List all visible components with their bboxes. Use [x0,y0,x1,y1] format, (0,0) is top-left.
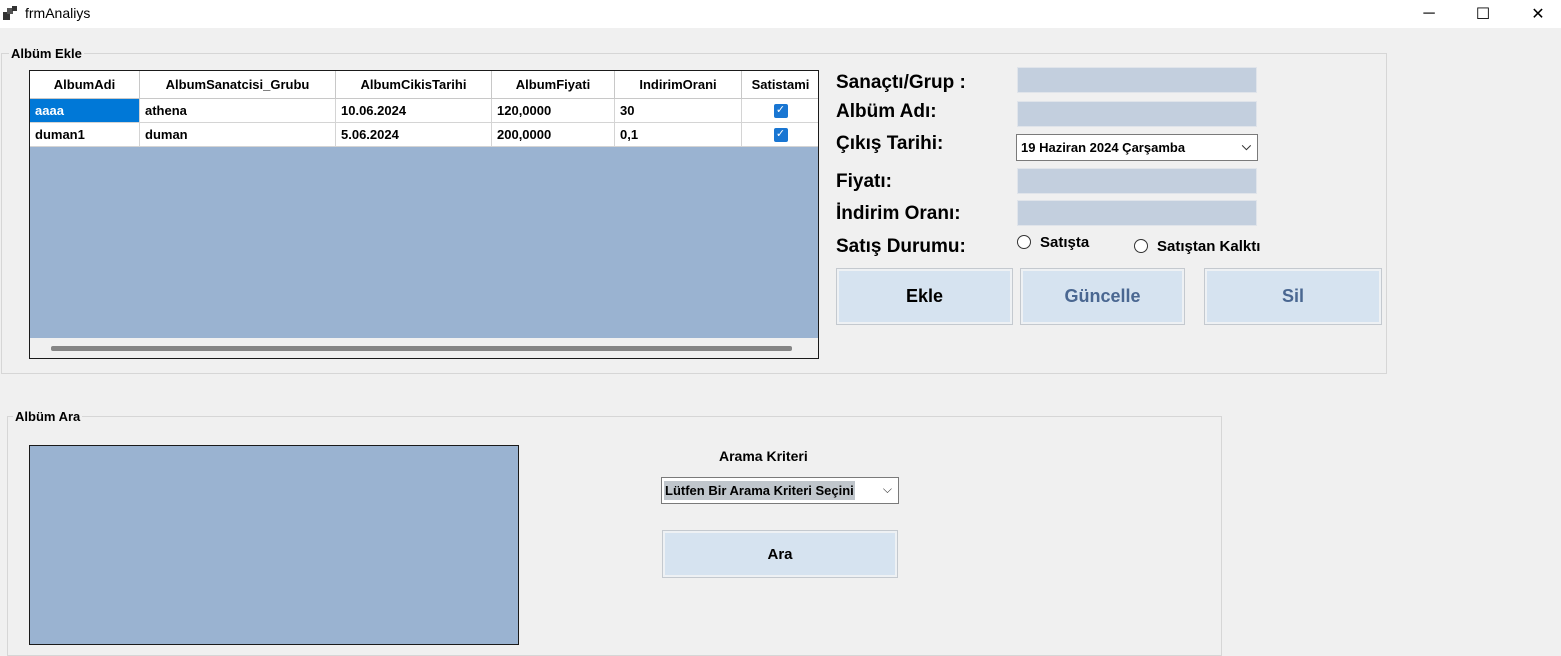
cell-satistami[interactable]: ✓ [742,99,818,123]
cell-fiyati[interactable]: 200,0000 [492,123,615,147]
cell-indirim[interactable]: 30 [615,99,742,123]
chevron-down-icon[interactable]: ⌵ [883,482,892,497]
cell-indirim[interactable]: 0,1 [615,123,742,147]
delete-button[interactable]: Sil [1204,268,1382,325]
artist-label: Sanaçtı/Grup : [836,72,966,93]
cell-cikistarihi[interactable]: 10.06.2024 [336,99,492,123]
close-icon[interactable]: ✕ [1515,0,1561,28]
price-label: Fiyatı: [836,171,892,192]
album-data-grid[interactable]: AlbumAdi AlbumSanatcisi_Grubu AlbumCikis… [29,70,819,359]
price-input[interactable] [1017,168,1257,194]
cell-satistami[interactable]: ✓ [742,123,818,147]
cell-albumadi[interactable]: duman1 [30,123,140,147]
table-row[interactable]: duman1 duman 5.06.2024 200,0000 0,1 ✓ [30,123,818,147]
discount-input[interactable] [1017,200,1257,226]
artist-input[interactable] [1017,67,1257,93]
cell-cikistarihi[interactable]: 5.06.2024 [336,123,492,147]
window-title: frmAnaliys [25,5,91,21]
album-add-group-label: Albüm Ekle [9,46,84,62]
add-button[interactable]: Ekle [836,268,1013,325]
release-date-label: Çıkış Tarihi: [836,133,944,154]
radio-on-sale[interactable] [1017,235,1031,249]
cell-fiyati[interactable]: 120,0000 [492,99,615,123]
release-date-value: 19 Haziran 2024 Çarşamba [1021,140,1186,155]
checkbox-checked-icon[interactable]: ✓ [773,103,788,118]
cell-albumadi[interactable]: aaaa [30,99,140,123]
search-criteria-value: Lütfen Bir Arama Kriteri Seçini [664,481,855,500]
column-header-cikistarihi[interactable]: AlbumCikisTarihi [336,71,492,99]
album-name-label: Albüm Adı: [836,101,937,122]
maximize-icon[interactable]: ☐ [1460,0,1506,28]
column-header-sanatci[interactable]: AlbumSanatcisi_Grubu [140,71,336,99]
checkbox-checked-icon[interactable]: ✓ [773,127,788,142]
discount-label: İndirim Oranı: [836,203,961,224]
album-search-group-label: Albüm Ara [13,409,83,425]
cell-sanatci[interactable]: duman [140,123,336,147]
column-header-fiyati[interactable]: AlbumFiyati [492,71,615,99]
search-criteria-label: Arama Kriteri [719,448,808,464]
radio-off-sale[interactable] [1134,239,1148,253]
column-header-satistami[interactable]: Satistami [742,71,818,99]
column-header-indirim[interactable]: IndirimOrani [615,71,742,99]
scrollbar-thumb[interactable] [51,346,792,351]
table-row[interactable]: aaaa athena 10.06.2024 120,0000 30 ✓ [30,99,818,123]
sale-status-label: Satış Durumu: [836,236,966,257]
column-header-albumadi[interactable]: AlbumAdi [30,71,140,99]
minimize-icon[interactable]: ─ [1406,0,1452,28]
update-button[interactable]: Güncelle [1020,268,1185,325]
grid-header: AlbumAdi AlbumSanatcisi_Grubu AlbumCikis… [30,71,818,99]
chevron-down-icon[interactable]: ⌵ [1242,139,1251,154]
app-icon [3,6,17,20]
release-date-picker[interactable]: 19 Haziran 2024 Çarşamba ⌵ [1016,134,1258,161]
search-results-grid[interactable] [29,445,519,645]
album-name-input[interactable] [1017,101,1257,127]
radio-on-sale-label[interactable]: Satışta [1040,234,1089,252]
search-button[interactable]: Ara [662,530,898,578]
search-criteria-dropdown[interactable]: Lütfen Bir Arama Kriteri Seçini ⌵ [661,477,899,504]
radio-off-sale-label[interactable]: Satıştan Kalktı [1157,238,1260,256]
cell-sanatci[interactable]: athena [140,99,336,123]
title-bar: frmAnaliys ─ ☐ ✕ [0,0,1561,28]
horizontal-scrollbar[interactable] [30,338,818,358]
